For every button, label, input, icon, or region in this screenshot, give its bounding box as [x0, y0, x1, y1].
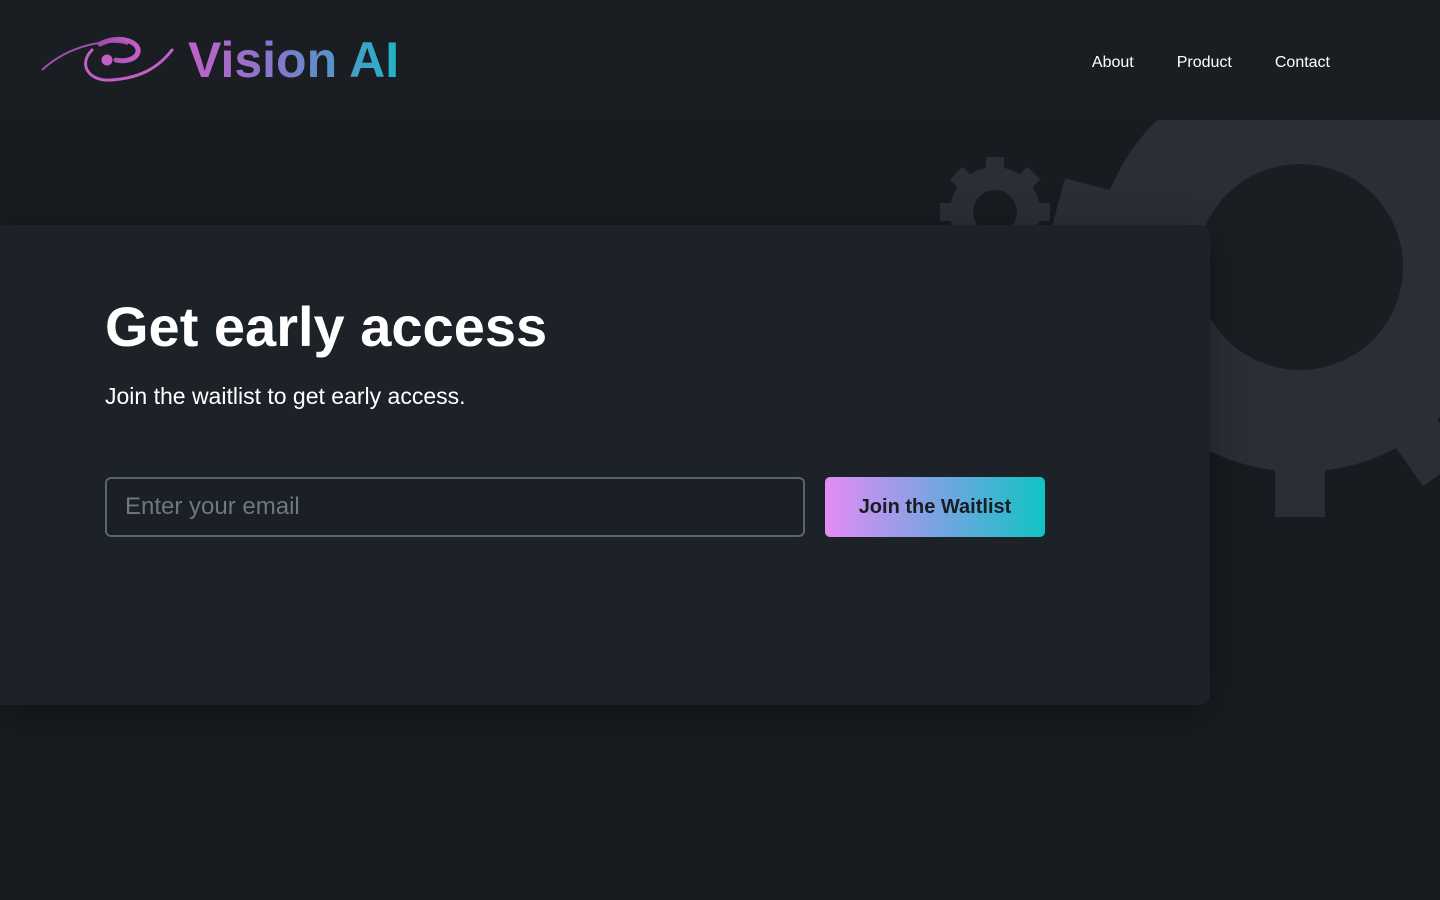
- join-waitlist-button[interactable]: Join the Waitlist: [825, 477, 1045, 537]
- page: Vision AI About Product Contact Get earl…: [0, 0, 1440, 900]
- eye-swoosh-icon: [41, 37, 174, 82]
- email-input[interactable]: [105, 477, 805, 537]
- nav-contact-link[interactable]: Contact: [1275, 52, 1330, 74]
- site-header: Vision AI About Product Contact: [0, 0, 1440, 120]
- page-subtitle: Join the waitlist to get early access.: [105, 383, 466, 409]
- brand-logo[interactable]: Vision AI: [40, 30, 399, 90]
- main-nav: About Product Contact: [1049, 52, 1330, 74]
- nav-about-link[interactable]: About: [1092, 52, 1134, 74]
- waitlist-card: Get early access Join the waitlist to ge…: [0, 225, 1210, 705]
- nav-product-link[interactable]: Product: [1177, 52, 1232, 74]
- brand-name: Vision AI: [188, 32, 400, 88]
- page-title: Get early access: [105, 295, 548, 358]
